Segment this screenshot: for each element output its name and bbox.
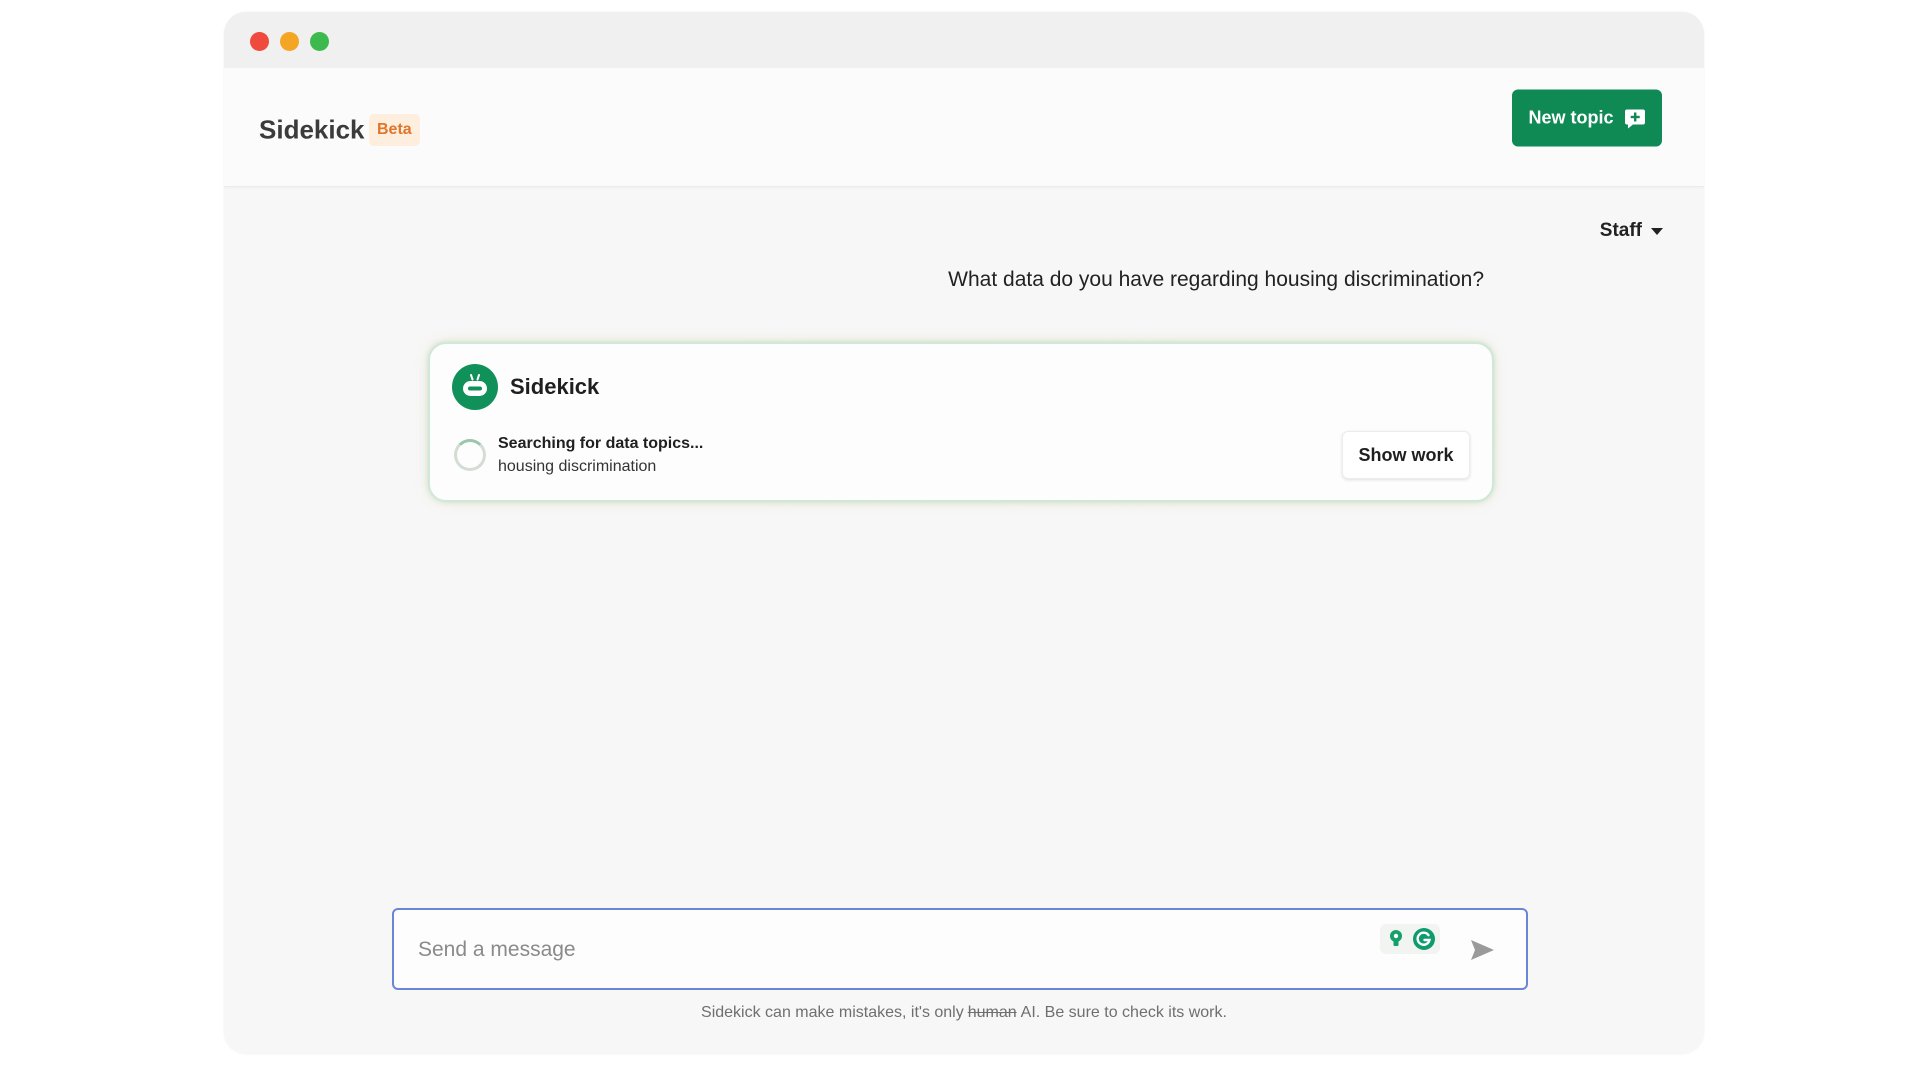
assistant-message-card: Sidekick Searching for data topics... ho… bbox=[428, 342, 1494, 502]
show-work-button[interactable]: Show work bbox=[1342, 431, 1470, 479]
window-titlebar bbox=[224, 12, 1704, 68]
robot-avatar-icon bbox=[452, 364, 498, 410]
app-window: Sidekick Beta New topic Staff What data … bbox=[224, 12, 1704, 1054]
beta-badge: Beta bbox=[369, 114, 420, 146]
disclaimer-after: AI. Be sure to check its work. bbox=[1020, 1004, 1227, 1021]
disclaimer-text: Sidekick can make mistakes, it's only hum… bbox=[224, 1004, 1704, 1022]
disclaimer-struck-word: human bbox=[967, 1004, 1017, 1021]
lightbulb-icon[interactable] bbox=[1384, 927, 1408, 951]
plus-message-icon bbox=[1624, 107, 1646, 129]
browser-extension-icons bbox=[1380, 924, 1440, 954]
status-detail: housing discrimination bbox=[498, 458, 657, 475]
new-topic-button[interactable]: New topic bbox=[1512, 89, 1662, 147]
role-selector[interactable]: Staff bbox=[1600, 220, 1664, 242]
app-header: Sidekick Beta New topic bbox=[224, 68, 1704, 187]
minimize-window-button[interactable] bbox=[280, 32, 299, 51]
maximize-window-button[interactable] bbox=[310, 32, 329, 51]
spinner-icon bbox=[454, 439, 486, 471]
status-title: Searching for data topics... bbox=[498, 435, 704, 452]
role-selector-label: Staff bbox=[1599, 220, 1642, 241]
caret-down-icon bbox=[1650, 226, 1664, 236]
close-window-button[interactable] bbox=[250, 32, 269, 51]
app-title: Sidekick bbox=[259, 114, 365, 145]
disclaimer-before: Sidekick can make mistakes, it's only bbox=[701, 1004, 964, 1021]
user-message: What data do you have regarding housing … bbox=[948, 268, 1484, 291]
message-input[interactable]: Send a message bbox=[392, 908, 1528, 990]
grammarly-icon[interactable] bbox=[1412, 927, 1436, 951]
new-topic-label: New topic bbox=[1528, 107, 1614, 128]
send-icon[interactable] bbox=[1468, 936, 1496, 964]
message-input-placeholder: Send a message bbox=[418, 938, 576, 961]
assistant-name: Sidekick bbox=[510, 374, 600, 399]
